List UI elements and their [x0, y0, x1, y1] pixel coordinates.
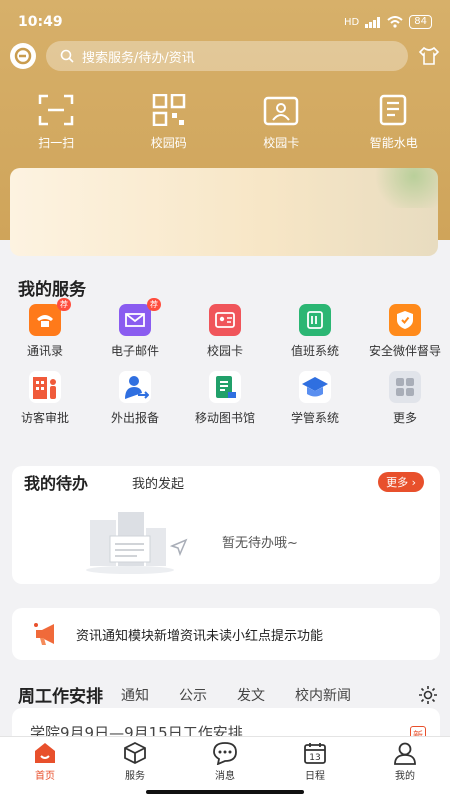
news-tabs: 周工作安排 通知 公示 发文 校内新闻	[18, 682, 438, 707]
outing-icon	[119, 371, 151, 403]
signal-icon	[365, 16, 381, 28]
quick-scan[interactable]: 扫一扫	[11, 94, 101, 151]
shirt-icon[interactable]	[418, 46, 440, 66]
shield-icon	[389, 304, 421, 336]
quick-campus-card[interactable]: 校园卡	[236, 94, 326, 151]
search-icon	[60, 49, 74, 63]
service-label: 外出报备	[110, 411, 159, 425]
gear-icon[interactable]	[418, 685, 438, 705]
service-label: 访客审批	[20, 411, 69, 425]
service-label: 安全微伴督导	[368, 344, 441, 358]
services-grid: 荐 通讯录 荐 电子邮件 校园卡 值班系统 安全微伴督导 访客审批 外出报备 移…	[0, 298, 450, 426]
mail-icon: 荐	[119, 298, 161, 336]
visitor-icon	[29, 371, 61, 403]
service-mobile-library[interactable]: 移动图书馆	[180, 371, 270, 426]
quick-campus-card-label: 校园卡	[263, 136, 300, 150]
empty-state-illustration	[86, 512, 188, 574]
nav-home[interactable]: 首页	[10, 741, 80, 800]
qr-code-icon	[152, 94, 185, 126]
service-label: 移动图书馆	[194, 411, 255, 425]
service-duty-system[interactable]: 值班系统	[270, 304, 360, 359]
logo-icon	[14, 47, 32, 65]
search-input[interactable]: 搜索服务/待办/资讯	[46, 41, 408, 71]
tab-weekly-schedule[interactable]: 周工作安排	[18, 682, 103, 707]
nav-profile[interactable]: 我的	[370, 741, 440, 800]
nav-schedule-label: 日程	[305, 771, 325, 782]
quick-campus-code[interactable]: 校园码	[124, 94, 214, 151]
service-campus-card[interactable]: 校园卡	[180, 304, 270, 359]
user-icon	[394, 742, 416, 765]
service-outing-report[interactable]: 外出报备	[90, 371, 180, 426]
tab-public[interactable]: 公示	[179, 685, 207, 705]
service-student-management[interactable]: 学管系统	[270, 371, 360, 426]
cube-icon	[124, 741, 146, 765]
nav-home-label: 首页	[35, 771, 55, 782]
service-more[interactable]: 更多	[360, 371, 450, 426]
promo-banner[interactable]	[10, 168, 438, 256]
quick-smart-utility-label: 智能水电	[369, 136, 418, 150]
todo-card: 我的待办 我的发起 更多 › 暂无待办哦~	[12, 466, 440, 584]
service-label: 学管系统	[290, 411, 339, 425]
message-icon	[213, 742, 237, 765]
home-icon	[35, 743, 55, 763]
tab-notice[interactable]: 通知	[121, 685, 149, 705]
recommend-badge: 荐	[147, 298, 161, 311]
home-indicator	[146, 790, 304, 794]
notice-bar[interactable]: 资讯通知模块新增资讯未读小红点提示功能	[12, 608, 440, 660]
battery-indicator: 84	[409, 15, 432, 29]
recommend-badge: 荐	[57, 298, 71, 311]
megaphone-icon	[34, 623, 54, 645]
id-card-icon	[264, 96, 299, 126]
calendar-icon: 13	[304, 743, 326, 764]
status-time: 10:49	[18, 14, 63, 30]
more-grid-icon	[389, 371, 421, 403]
library-icon	[209, 371, 241, 403]
service-contacts[interactable]: 荐 通讯录	[0, 298, 90, 359]
service-label: 更多	[392, 411, 417, 425]
quick-campus-code-label: 校园码	[150, 136, 187, 150]
service-label: 值班系统	[290, 344, 339, 358]
graduation-cap-icon	[299, 371, 331, 403]
banner-decoration	[358, 168, 438, 208]
quick-smart-utility[interactable]: 智能水电	[349, 94, 439, 151]
my-services-title: 我的服务	[18, 280, 86, 300]
status-bar: 10:49 HD 84	[18, 12, 432, 32]
empty-state-text: 暂无待办哦~	[222, 535, 298, 551]
service-label: 校园卡	[206, 344, 243, 358]
phone-icon: 荐	[29, 298, 71, 336]
tab-documents[interactable]: 发文	[237, 685, 265, 705]
wifi-icon	[387, 16, 403, 28]
tab-campus-news[interactable]: 校内新闻	[295, 685, 351, 705]
service-safety-supervision[interactable]: 安全微伴督导	[360, 304, 450, 359]
hd-label: HD	[344, 16, 360, 28]
notice-text: 资讯通知模块新增资讯未读小红点提示功能	[76, 628, 324, 644]
search-placeholder: 搜索服务/待办/资讯	[82, 50, 195, 66]
svg-text:13: 13	[309, 753, 320, 763]
id-card-icon	[209, 304, 241, 336]
quick-scan-label: 扫一扫	[38, 136, 75, 150]
service-email[interactable]: 荐 电子邮件	[90, 298, 180, 359]
service-visitor-approval[interactable]: 访客审批	[0, 371, 90, 426]
app-logo[interactable]	[10, 43, 36, 69]
scan-icon	[39, 94, 74, 126]
service-label: 通讯录	[26, 344, 63, 358]
duty-icon	[299, 304, 331, 336]
nav-messages-label: 消息	[215, 771, 235, 782]
service-label: 电子邮件	[110, 344, 159, 358]
tab-my-todo[interactable]: 我的待办	[12, 470, 132, 494]
nav-services-label: 服务	[125, 771, 145, 782]
tab-my-initiated[interactable]: 我的发起	[132, 473, 184, 492]
nav-profile-label: 我的	[395, 771, 415, 782]
utility-meter-icon	[379, 94, 406, 126]
more-button[interactable]: 更多 ›	[378, 472, 424, 492]
